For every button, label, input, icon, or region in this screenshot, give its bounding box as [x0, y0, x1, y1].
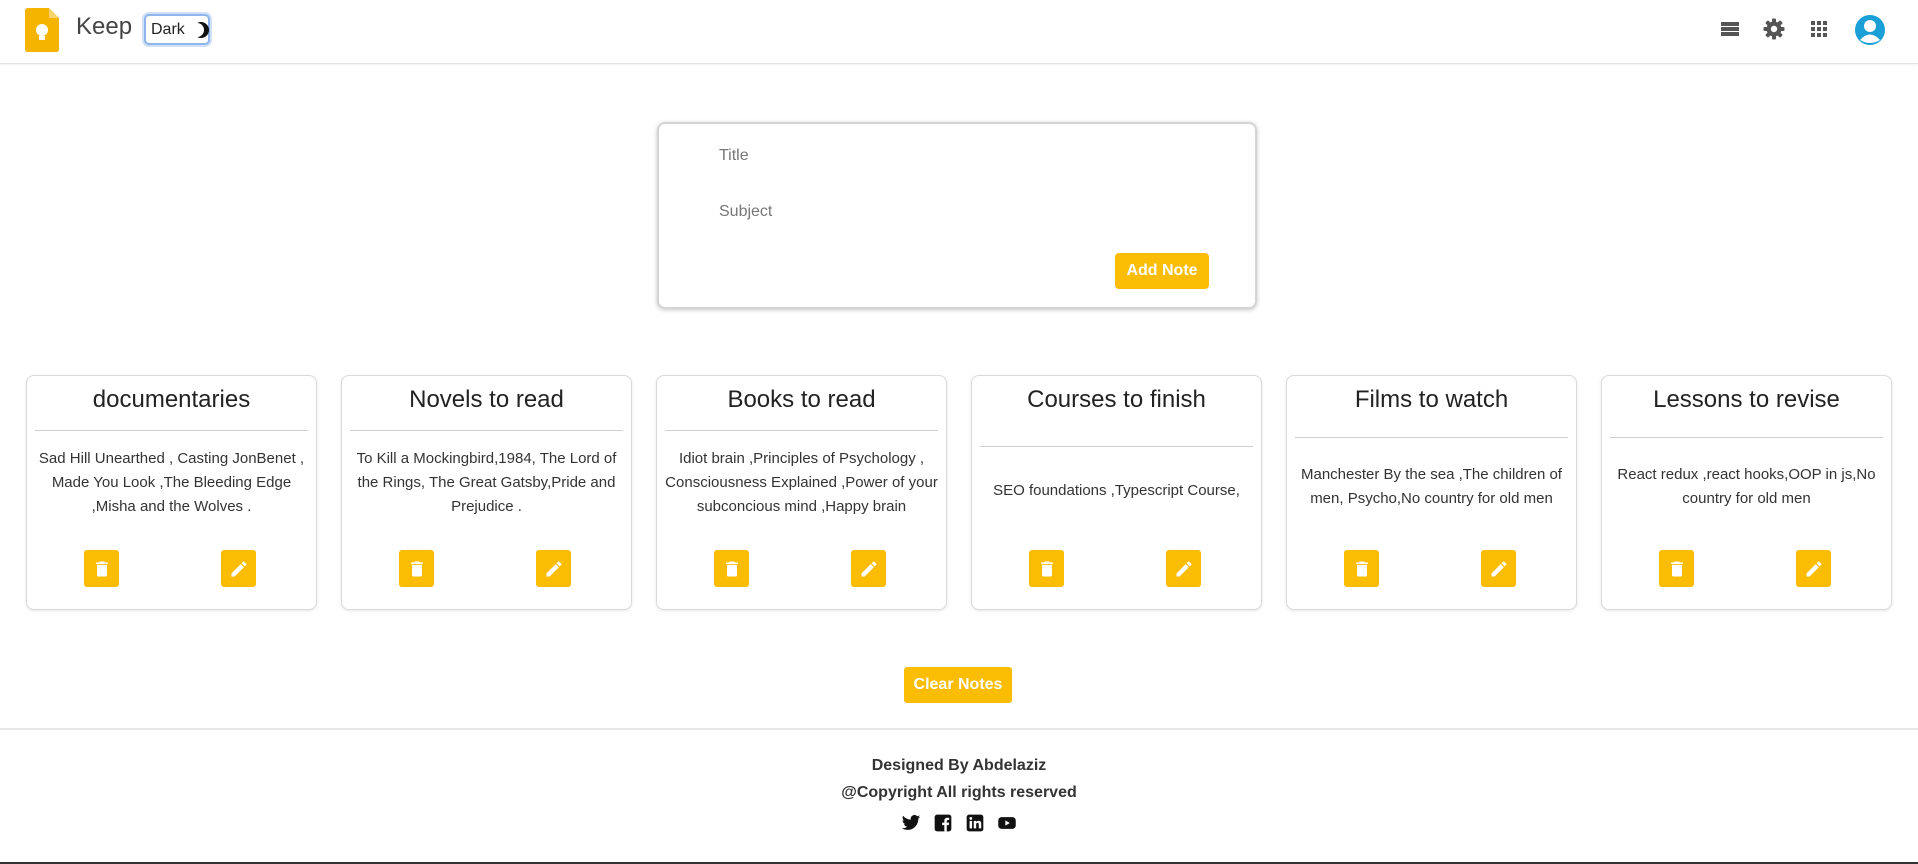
edit-note-button[interactable] — [851, 550, 886, 587]
note-body: React redux ,react hooks,OOP in js,No co… — [1617, 466, 1876, 507]
note-card: Lessons to revise React redux ,react hoo… — [1601, 375, 1892, 610]
youtube-icon[interactable] — [997, 813, 1017, 833]
list-view-icon[interactable] — [1718, 17, 1742, 41]
pencil-icon — [1176, 560, 1192, 576]
apps-grid-icon[interactable] — [1807, 17, 1831, 41]
edit-note-button[interactable] — [221, 550, 256, 587]
note-body: To Kill a Mockingbird,1984, The Lord of … — [356, 450, 617, 515]
note-divider — [350, 430, 623, 431]
pencil-icon — [546, 560, 562, 576]
trash-icon — [1670, 561, 1683, 576]
title-input[interactable] — [719, 144, 1219, 168]
social-links — [0, 813, 1918, 833]
note-divider — [665, 430, 938, 431]
note-divider — [1295, 437, 1568, 438]
moon-icon — [189, 21, 210, 39]
delete-note-button[interactable] — [714, 550, 749, 587]
settings-gear-icon[interactable] — [1762, 17, 1786, 41]
trash-icon — [1355, 561, 1368, 576]
delete-note-button[interactable] — [399, 550, 434, 587]
note-card: Novels to read To Kill a Mockingbird,198… — [341, 375, 632, 610]
trash-icon — [410, 561, 423, 576]
note-body: Manchester By the sea ,The children of m… — [1301, 466, 1562, 507]
pencil-icon — [231, 560, 247, 576]
note-divider — [35, 430, 308, 431]
dark-mode-toggle[interactable]: Dark — [144, 14, 210, 45]
facebook-icon[interactable] — [933, 813, 953, 833]
pencil-icon — [1491, 560, 1507, 576]
note-form: Add Note — [657, 122, 1257, 309]
note-card: Courses to finish SEO foundations ,Types… — [971, 375, 1262, 610]
delete-note-button[interactable] — [1029, 550, 1064, 587]
twitter-icon[interactable] — [901, 813, 921, 833]
subject-input[interactable] — [719, 200, 1219, 224]
edit-note-button[interactable] — [1796, 550, 1831, 587]
note-title: Books to read — [727, 386, 876, 413]
note-body: Sad Hill Unearthed , Casting JonBenet , … — [38, 450, 305, 515]
copyright-text: @Copyright All rights reserved — [841, 784, 1077, 801]
add-note-button[interactable]: Add Note — [1115, 253, 1209, 289]
note-card: Books to read Idiot brain ,Principles of… — [656, 375, 947, 610]
clear-notes-button[interactable]: Clear Notes — [904, 667, 1012, 703]
note-divider — [1610, 437, 1883, 438]
delete-note-button[interactable] — [84, 550, 119, 587]
edit-note-button[interactable] — [536, 550, 571, 587]
keep-logo-icon[interactable] — [25, 8, 59, 52]
note-title: documentaries — [92, 386, 251, 413]
delete-note-button[interactable] — [1659, 550, 1694, 587]
note-title: Lessons to revise — [1653, 386, 1840, 413]
designer-credit: Designed By Abdelaziz — [871, 757, 1047, 774]
delete-note-button[interactable] — [1344, 550, 1379, 587]
note-card: documentaries Sad Hill Unearthed , Casti… — [26, 375, 317, 610]
pencil-icon — [1806, 560, 1822, 576]
trash-icon — [1040, 561, 1053, 576]
note-title: Novels to read — [409, 386, 564, 413]
note-title: Films to watch — [1354, 386, 1509, 413]
brand-name: Keep — [76, 13, 133, 40]
app-header: Keep Dark — [0, 0, 1918, 64]
note-body: SEO foundations ,Typescript Course, — [993, 482, 1240, 499]
dark-mode-label: Dark — [151, 20, 185, 38]
linkedin-icon[interactable] — [965, 813, 985, 833]
pencil-icon — [861, 560, 877, 576]
trash-icon — [725, 561, 738, 576]
trash-icon — [95, 561, 108, 576]
note-card: Films to watch Manchester By the sea ,Th… — [1286, 375, 1577, 610]
note-divider — [980, 446, 1253, 447]
note-body: Idiot brain ,Principles of Psychology , … — [665, 450, 938, 515]
account-avatar[interactable] — [1855, 15, 1885, 45]
edit-note-button[interactable] — [1481, 550, 1516, 587]
edit-note-button[interactable] — [1166, 550, 1201, 587]
page-footer: Designed By Abdelaziz @Copyright All rig… — [0, 728, 1918, 864]
note-title: Courses to finish — [1027, 386, 1206, 413]
